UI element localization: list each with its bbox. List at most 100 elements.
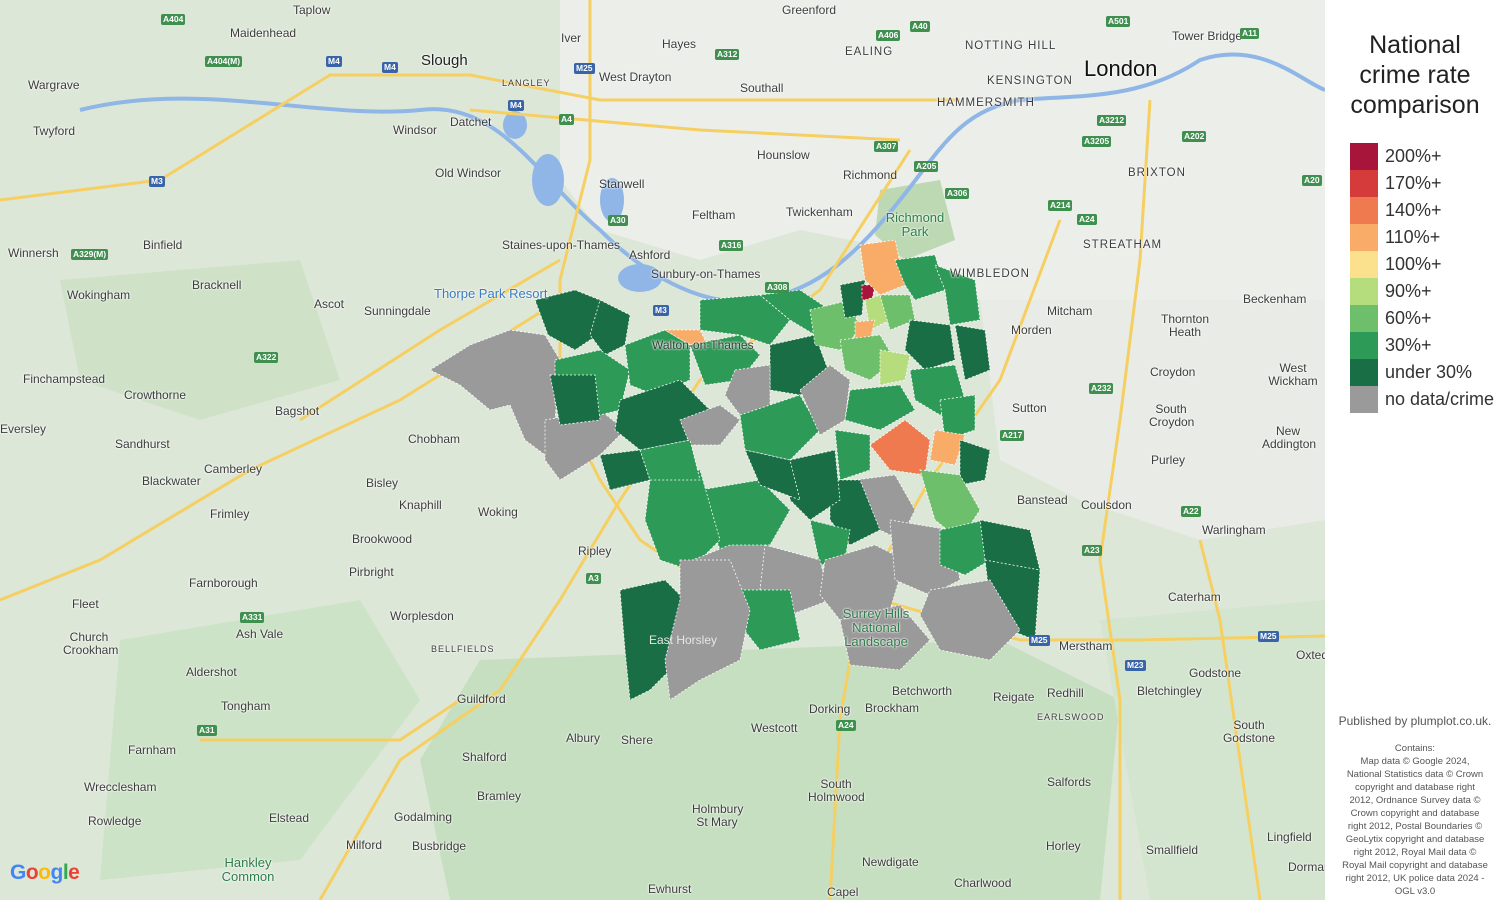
road-shield: A316 [719,240,744,251]
place-label: HAMMERSMITH [937,97,1035,109]
place-label: Wargrave [28,78,80,92]
place-label: West Drayton [599,70,672,84]
legend-label: 140%+ [1385,200,1442,220]
place-label: LANGLEY [502,78,551,88]
road-shield: A31 [197,725,217,736]
place-label: Aldershot [186,665,237,679]
place-label: Horley [1046,839,1081,853]
place-label: Ashford [629,248,671,262]
road-shield: A307 [874,141,899,152]
place-label: Slough [421,52,468,69]
legend-title-line: crime rate [1359,61,1471,89]
place-label: Fleet [72,597,99,611]
place-label: South Croydon [1149,402,1195,429]
place-label: Betchworth [892,684,953,698]
place-label: Brookwood [352,532,413,546]
attribution-line: right 2012, UK police data 2024 - [1345,873,1485,884]
place-label: EALING [845,46,894,58]
legend-label: 170%+ [1385,173,1442,193]
road-shield: M23 [1125,660,1146,671]
place-label: Westcott [751,721,798,735]
place-label: Staines-upon-Thames [502,238,621,252]
place-label: Bramley [477,789,522,803]
road-shield: A202 [1182,131,1207,142]
place-label: Redhill [1047,686,1084,700]
road-shield: A322 [254,352,279,363]
place-label: STREATHAM [1083,239,1163,251]
place-label: Farnborough [189,576,258,590]
place-label: Frimley [210,507,250,521]
road-shield: M4 [508,100,524,111]
place-label: Hayes [662,37,697,51]
place-label: Surrey Hills National Landscape [842,606,910,649]
road-shield: A329(M) [71,249,109,260]
place-label: Smallfield [1146,843,1199,857]
legend-item: 170%+ [1350,170,1442,197]
legend-item: no data/crime [1350,386,1494,413]
map-area[interactable]: Taplow Maidenhead Slough Iver Hayes Gree… [0,0,1325,900]
place-label: Feltham [692,208,736,222]
road-shield: M4 [326,56,342,67]
place-label: BRIXTON [1128,167,1186,179]
place-label: Richmond Park [885,210,945,239]
place-label: Wokingham [67,288,131,302]
road-shield: M4 [382,62,398,73]
place-label: Mitcham [1047,304,1093,318]
place-label: Bletchingley [1137,684,1202,698]
place-label: BELLFIELDS [431,644,495,654]
place-label: Datchet [450,115,492,129]
attribution-line: right 2012, Postal Boundaries © [1347,821,1483,832]
place-label: West Wickham [1268,361,1318,388]
place-label: Knaphill [399,498,442,512]
legend-label: 90%+ [1385,281,1432,301]
attribution-line: National Statistics data © Crown [1346,769,1484,780]
legend-item: 30%+ [1350,332,1432,359]
place-label: Taplow [293,3,331,17]
legend-swatch [1350,278,1378,305]
place-label: Hankley Common [221,855,275,884]
place-label: Ewhurst [648,882,692,896]
place-label: Maidenhead [230,26,297,40]
surrey-hills-area [420,640,1120,900]
legend-swatch [1350,143,1378,170]
place-label: Capel [827,885,859,899]
road-shield: M3 [653,305,669,316]
place-label: South Holmwood [808,777,865,804]
place-label: Rowledge [88,814,142,828]
road-shield: A4 [559,114,574,125]
road-shield: M25 [574,63,595,74]
place-label: Twyford [33,124,76,138]
legend-swatch [1350,170,1378,197]
place-label: Woking [478,505,518,519]
legend-swatch [1350,359,1378,386]
reservoir-1 [532,154,564,206]
place-label: Farnham [128,743,177,757]
place-label: Richmond [843,168,898,182]
place-label: Warlingham [1202,523,1266,537]
legend-swatch [1350,197,1378,224]
place-label: Albury [566,731,601,745]
attribution-line: Royal Mail copyright and database [1342,860,1488,871]
place-label: Twickenham [786,205,853,219]
legend-swatch [1350,224,1378,251]
place-label: Dorman [1288,860,1325,874]
place-label: Oxted [1296,648,1325,662]
legend-swatch [1350,332,1378,359]
road-shield: A501 [1106,16,1131,27]
legend-label: 110%+ [1385,227,1441,247]
legend-label: 200%+ [1385,146,1442,166]
google-logo: Google [10,861,80,884]
place-label: Tongham [221,699,271,713]
road-shield: A404(M) [205,56,243,67]
attribution-text: Contains: Map data © Google 2024, National… [1329,742,1501,898]
road-shield: A3 [586,573,601,584]
legend-swatch [1350,386,1378,413]
place-label: Godstone [1189,666,1242,680]
place-label: Ascot [314,297,345,311]
road-shield: A22 [1181,506,1201,517]
legend-title: National crime rate comparison [1325,30,1505,120]
place-label: Purley [1151,453,1186,467]
place-label: Holmbury St Mary [692,802,744,829]
road-shield: A214 [1048,200,1073,211]
place-label: Morden [1011,323,1052,337]
